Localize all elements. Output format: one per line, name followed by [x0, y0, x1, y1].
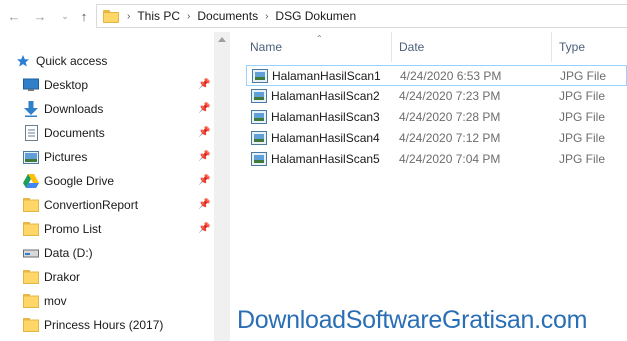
back-arrow-icon[interactable]: ← — [5, 6, 23, 26]
sidebar-item-label: Promo List — [44, 222, 102, 236]
nav-pane-scrollbar[interactable] — [214, 32, 230, 341]
forward-arrow-icon[interactable]: → — [31, 6, 49, 26]
file-type: JPG File — [559, 89, 606, 103]
breadcrumb-documents[interactable]: Documents — [197, 9, 258, 23]
pin-icon[interactable]: 📌 — [198, 224, 210, 234]
file-date: 4/24/2020 7:23 PM — [399, 89, 501, 103]
folder-icon — [23, 269, 39, 285]
image-file-icon — [251, 131, 267, 145]
image-file-icon — [251, 110, 267, 124]
sidebar-item-label: ConvertionReport — [44, 198, 139, 212]
breadcrumb-separator-icon[interactable]: › — [187, 11, 190, 22]
file-row[interactable]: HalamanHasilScan4 4/24/2020 7:12 PM JPG … — [246, 128, 627, 149]
sidebar-item-label: Pictures — [44, 150, 88, 164]
sidebar-item-princess-hours[interactable]: Princess Hours (2017) — [0, 313, 214, 337]
sidebar-item-label: Princess Hours (2017) — [44, 318, 164, 332]
documents-icon — [23, 125, 39, 141]
sidebar-item-label: Documents — [44, 126, 105, 140]
navigation-bar: ← → ⌄ ↑ › This PC › Documents › DSG Doku… — [0, 0, 627, 32]
sidebar-item-promo-list[interactable]: Promo List 📌 — [0, 217, 214, 241]
address-bar[interactable]: › This PC › Documents › DSG Dokumen — [96, 4, 627, 28]
file-type: JPG File — [559, 152, 606, 166]
sidebar-item-pictures[interactable]: Pictures 📌 — [0, 145, 214, 169]
recent-locations-chevron-icon[interactable]: ⌄ — [56, 6, 74, 26]
pictures-icon — [23, 149, 39, 165]
column-header-type[interactable]: Type — [559, 32, 585, 62]
file-list: Name ⌃ Date Type HalamanHasilScan1 4/24/… — [230, 32, 627, 341]
sidebar-item-convertionreport[interactable]: ConvertionReport 📌 — [0, 193, 214, 217]
sort-ascending-icon: ⌃ — [316, 34, 323, 43]
up-arrow-icon[interactable]: ↑ — [75, 6, 93, 26]
watermark: DownloadSoftwareGratisan.com — [237, 306, 588, 334]
file-name: HalamanHasilScan2 — [271, 89, 380, 103]
column-header-label: Date — [399, 40, 425, 54]
downloads-icon — [23, 101, 39, 117]
folder-icon — [23, 197, 39, 213]
file-name: HalamanHasilScan3 — [271, 110, 380, 124]
file-type: JPG File — [559, 131, 606, 145]
column-divider[interactable] — [391, 32, 392, 62]
image-file-icon — [252, 69, 268, 83]
sidebar-item-label: Downloads — [44, 102, 104, 116]
file-date: 4/24/2020 7:12 PM — [399, 131, 501, 145]
breadcrumb-separator-icon[interactable]: › — [265, 11, 268, 22]
file-date: 4/24/2020 7:04 PM — [399, 152, 501, 166]
navigation-pane: Quick access Desktop 📌 Downloads 📌 Docum… — [0, 32, 214, 341]
sidebar-item-downloads[interactable]: Downloads 📌 — [0, 97, 214, 121]
file-row[interactable]: HalamanHasilScan5 4/24/2020 7:04 PM JPG … — [246, 149, 627, 170]
folder-icon — [23, 317, 39, 333]
file-name: HalamanHasilScan1 — [272, 69, 381, 83]
folder-icon — [23, 221, 39, 237]
sidebar-item-label: Data (D:) — [44, 246, 93, 260]
sidebar-item-mov[interactable]: mov — [0, 289, 214, 313]
sidebar-item-drakor[interactable]: Drakor — [0, 265, 214, 289]
pin-icon[interactable]: 📌 — [198, 104, 210, 114]
pin-icon[interactable]: 📌 — [198, 152, 210, 162]
file-date: 4/24/2020 6:53 PM — [400, 69, 502, 83]
scroll-up-icon[interactable] — [218, 37, 226, 42]
image-file-icon — [251, 89, 267, 103]
sidebar-item-label: Drakor — [44, 270, 81, 284]
drive-icon — [23, 245, 39, 261]
file-name: HalamanHasilScan4 — [271, 131, 380, 145]
file-name: HalamanHasilScan5 — [271, 152, 380, 166]
sidebar-item-desktop[interactable]: Desktop 📌 — [0, 73, 214, 97]
sidebar-item-label: Quick access — [36, 54, 108, 68]
column-header-name[interactable]: Name — [250, 32, 282, 62]
sidebar-item-documents[interactable]: Documents 📌 — [0, 121, 214, 145]
star-icon — [15, 53, 31, 69]
sidebar-item-google-drive[interactable]: Google Drive 📌 — [0, 169, 214, 193]
file-row[interactable]: HalamanHasilScan1 4/24/2020 6:53 PM JPG … — [246, 65, 627, 86]
pin-icon[interactable]: 📌 — [198, 176, 210, 186]
column-header-label: Type — [559, 40, 586, 54]
column-divider[interactable] — [551, 32, 552, 62]
column-header-label: Name — [250, 40, 283, 54]
desktop-icon — [23, 77, 39, 93]
file-type: JPG File — [559, 110, 606, 124]
sidebar-item-label: Desktop — [44, 78, 89, 92]
file-type: JPG File — [560, 69, 607, 83]
column-header-date[interactable]: Date — [399, 32, 424, 62]
image-file-icon — [251, 152, 267, 166]
sidebar-item-label: Google Drive — [44, 174, 115, 188]
folder-icon — [23, 293, 39, 309]
pin-icon[interactable]: 📌 — [198, 80, 210, 90]
file-row[interactable]: HalamanHasilScan2 4/24/2020 7:23 PM JPG … — [246, 86, 627, 107]
pin-icon[interactable]: 📌 — [198, 200, 210, 210]
sidebar-item-data-drive[interactable]: Data (D:) — [0, 241, 214, 265]
pin-icon[interactable]: 📌 — [198, 128, 210, 138]
google-drive-icon — [23, 173, 39, 189]
breadcrumb-this-pc[interactable]: This PC — [137, 9, 180, 23]
breadcrumb-dsg-dokumen[interactable]: DSG Dokumen — [275, 9, 356, 23]
sidebar-item-label: mov — [44, 294, 67, 308]
breadcrumb-separator-icon[interactable]: › — [127, 11, 130, 22]
sidebar-item-quick-access[interactable]: Quick access — [0, 49, 214, 73]
file-row[interactable]: HalamanHasilScan3 4/24/2020 7:28 PM JPG … — [246, 107, 627, 128]
folder-icon — [103, 9, 119, 23]
file-date: 4/24/2020 7:28 PM — [399, 110, 501, 124]
